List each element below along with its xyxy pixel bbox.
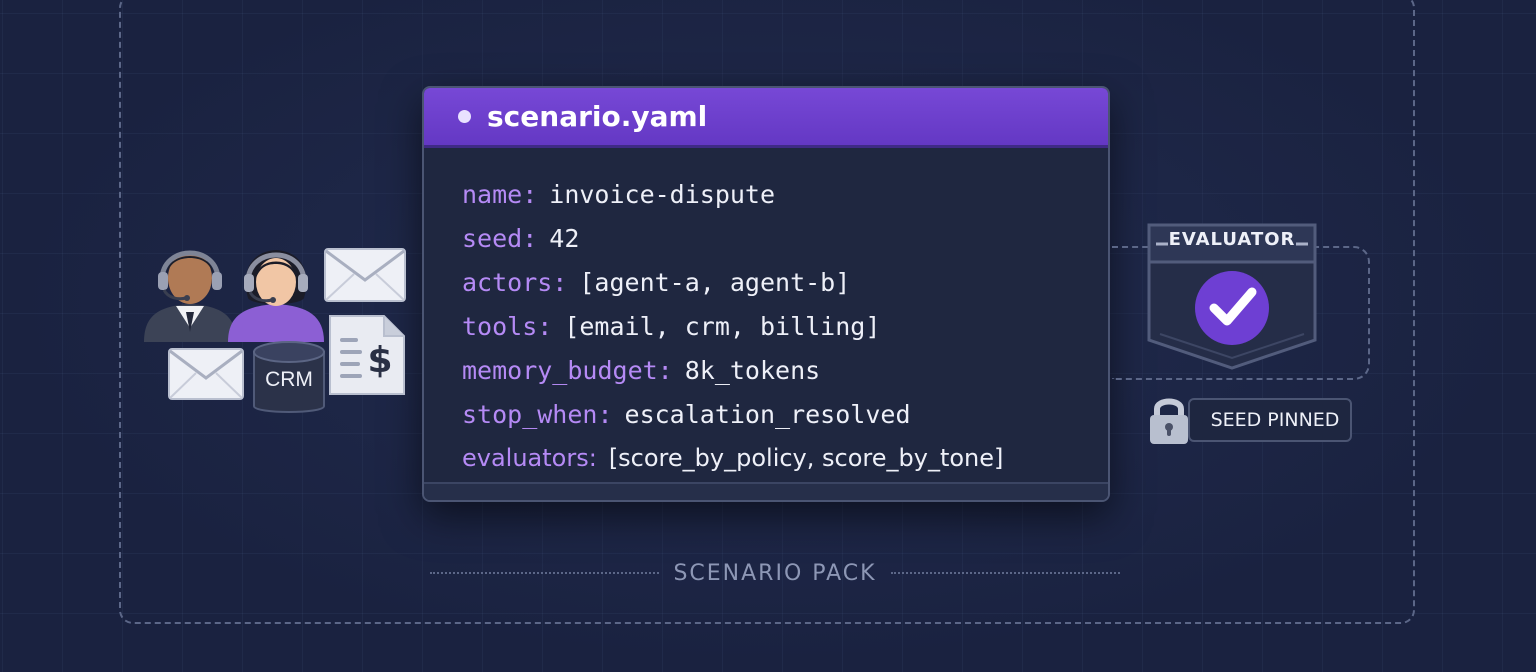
code-value: invoice-dispute bbox=[549, 179, 776, 209]
scenario-pack-label: SCENARIO PACK bbox=[673, 560, 877, 586]
editor-header: scenario.yaml bbox=[424, 88, 1108, 148]
code-line-actors: actors: [agent-a, agent-b] bbox=[462, 260, 1108, 304]
code-value: escalation_resolved bbox=[624, 399, 911, 429]
invoice-dollar-symbol: $ bbox=[367, 340, 393, 381]
code-line-evaluators: evaluators: [score_by_policy, score_by_t… bbox=[462, 436, 1108, 480]
seed-pinned-label: SEED PINNED bbox=[1210, 409, 1340, 431]
code-value: 8k_tokens bbox=[684, 355, 821, 385]
code-value: [score_by_policy, score_by_tone] bbox=[608, 444, 1004, 472]
evaluator-label: EVALUATOR bbox=[1168, 229, 1296, 250]
code-line-memory-budget: memory_budget: 8k_tokens bbox=[462, 348, 1108, 392]
scenario-editor: scenario.yaml name: invoice-dispute seed… bbox=[422, 86, 1110, 502]
editor-code: name: invoice-dispute seed: 42 actors: [… bbox=[424, 148, 1108, 480]
code-line-stop-when: stop_when: escalation_resolved bbox=[462, 392, 1108, 436]
caption-divider bbox=[430, 572, 660, 574]
code-key: evaluators: bbox=[462, 444, 597, 472]
code-key: tools: bbox=[462, 311, 553, 341]
seed-pinned-badge: SEED PINNED bbox=[1188, 398, 1352, 442]
editor-filename: scenario.yaml bbox=[487, 100, 708, 133]
code-line-seed: seed: 42 bbox=[462, 216, 1108, 260]
scenario-pack-caption: SCENARIO PACK bbox=[430, 558, 1121, 588]
code-line-name: name: invoice-dispute bbox=[462, 172, 1108, 216]
email-icon bbox=[324, 248, 406, 302]
agent-a-icon bbox=[144, 250, 236, 342]
crm-label: CRM bbox=[265, 368, 313, 391]
code-key: actors: bbox=[462, 267, 568, 297]
code-value: 42 bbox=[549, 223, 580, 253]
code-key: memory_budget: bbox=[462, 355, 673, 385]
file-dot-icon bbox=[458, 110, 471, 123]
code-key: stop_when: bbox=[462, 399, 613, 429]
caption-divider bbox=[890, 572, 1121, 574]
code-key: name: bbox=[462, 179, 538, 209]
editor-footer bbox=[424, 482, 1108, 500]
email-icon bbox=[168, 348, 244, 400]
code-value: [email, crm, billing] bbox=[564, 311, 881, 341]
code-key: seed: bbox=[462, 223, 538, 253]
lock-icon bbox=[1150, 398, 1188, 444]
agent-b-icon bbox=[228, 250, 324, 342]
code-value: [agent-a, agent-b] bbox=[579, 267, 851, 297]
code-line-tools: tools: [email, crm, billing] bbox=[462, 304, 1108, 348]
